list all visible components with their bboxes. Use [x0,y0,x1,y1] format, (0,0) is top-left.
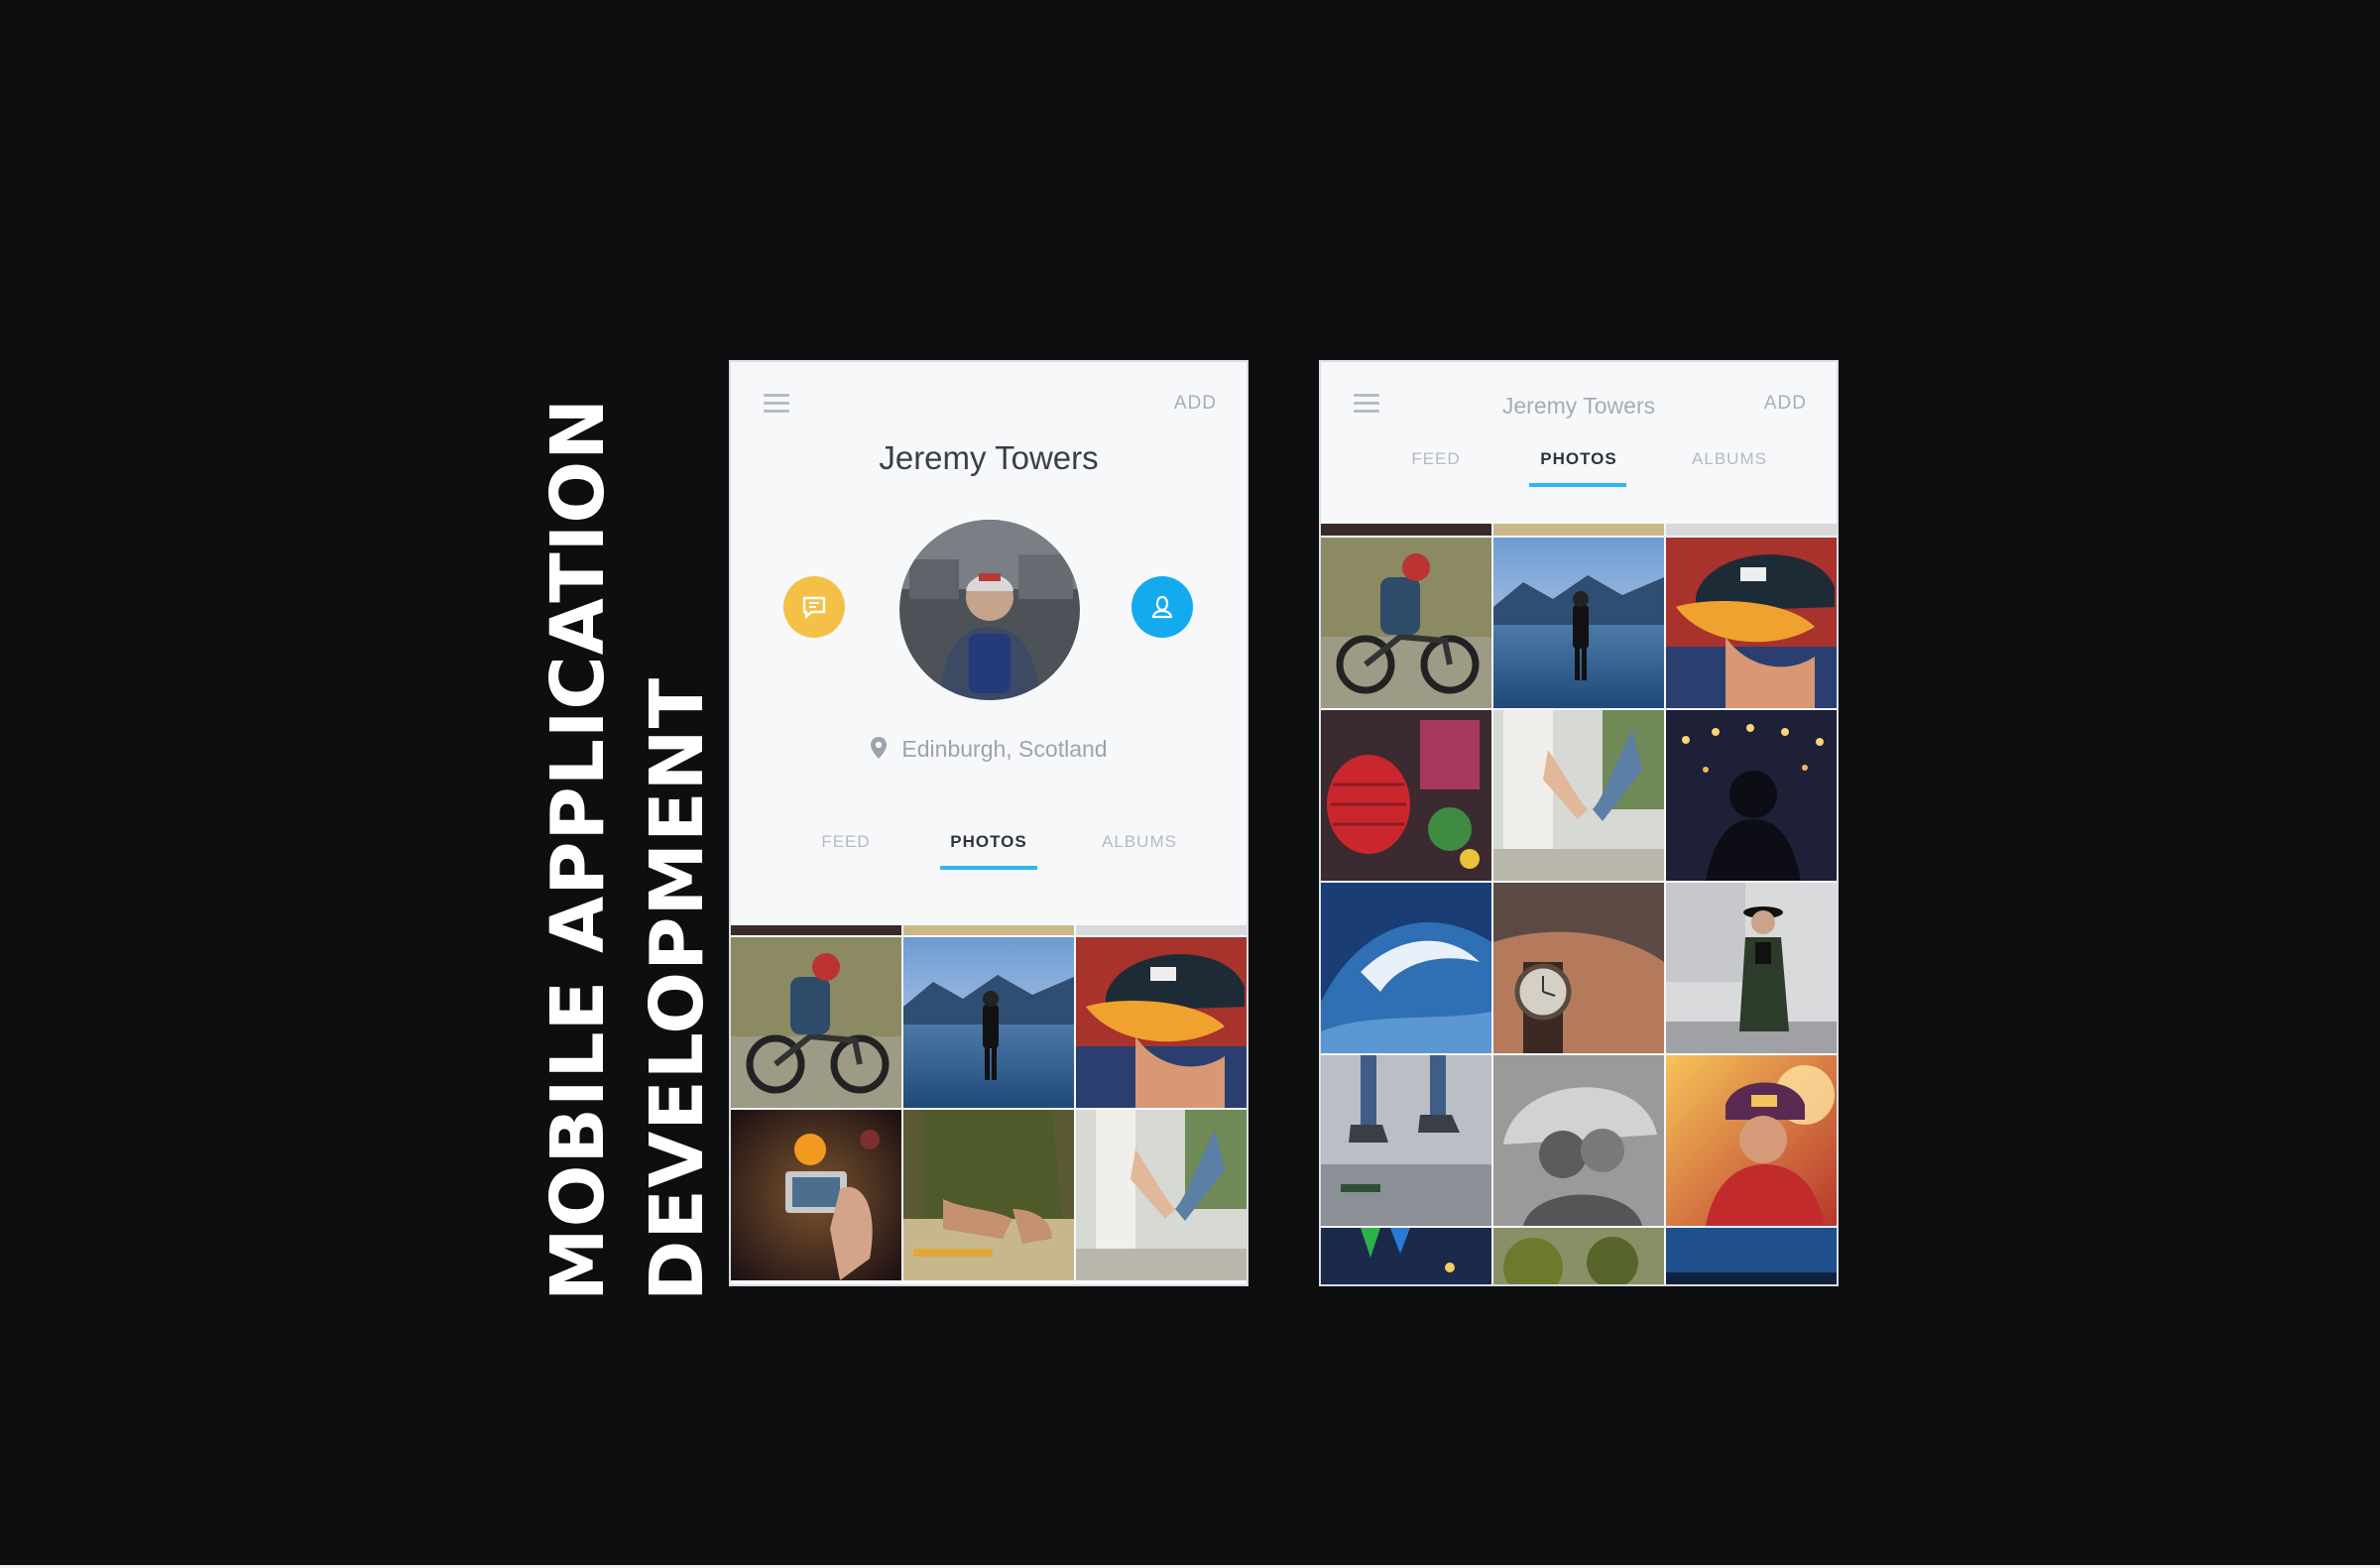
photo-tile-holding-hands[interactable] [1493,710,1664,881]
hamburger-menu-icon[interactable] [764,394,789,414]
photo-tile-trees[interactable] [1493,1228,1664,1284]
photo-tile-boy-cap[interactable] [1666,1055,1837,1226]
photo-tile-motorcycle[interactable] [731,937,901,1108]
tab-feed[interactable]: FEED [786,832,905,852]
map-pin-icon [871,737,888,759]
photo-tile-lanterns[interactable] [1321,710,1491,881]
tab-albums[interactable]: ALBUMS [1670,449,1789,469]
chat-bubble-icon [802,596,826,619]
add-button[interactable]: ADD [1764,393,1807,415]
active-tab-indicator [940,866,1037,870]
photos-screen: Jeremy Towers ADD FEED PHOTOS ALBUMS [1319,360,1839,1286]
photo-tile-umbrella-kiss[interactable] [1493,1055,1664,1226]
active-tab-indicator [1529,483,1626,487]
profile-button[interactable] [1131,576,1193,638]
photo-tile-string-lights[interactable] [1666,710,1837,881]
photo-grid [731,925,1247,1284]
photo-tile-camera[interactable] [731,1110,901,1280]
photo-grid [1321,524,1837,1284]
user-icon [1151,595,1173,619]
photo-tile-watch[interactable] [1493,883,1664,1053]
photo-tile-lake[interactable] [903,937,1074,1108]
photo-tile-partial[interactable] [903,925,1074,935]
photo-tile-orange-cap[interactable] [1666,538,1837,708]
photo-tile-partial[interactable] [1321,524,1491,536]
photo-tile-blue-sky[interactable] [1666,1228,1837,1284]
tab-albums[interactable]: ALBUMS [1080,832,1199,852]
photo-tile-crafting[interactable] [903,1110,1074,1280]
presentation-slide: MOBILE APPLICATION DEVELOPMENT ADD Jerem… [0,0,2380,1568]
photo-tile-festival-flags[interactable] [1321,1228,1491,1284]
tab-feed[interactable]: FEED [1376,449,1495,469]
profile-tabs: FEED PHOTOS ALBUMS [731,832,1247,882]
photo-tile-partial[interactable] [731,925,901,935]
photo-tile-orange-cap[interactable] [1076,937,1247,1108]
photo-tile-partial[interactable] [1076,925,1247,935]
avatar[interactable] [899,520,1080,700]
screen-title: Jeremy Towers [1501,393,1656,419]
photo-tile-sneakers[interactable] [1321,1055,1491,1226]
chat-button[interactable] [783,576,845,638]
photo-tile-partial[interactable] [1493,524,1664,536]
photos-tabs: FEED PHOTOS ALBUMS [1321,449,1837,499]
photo-tile-motorcycle[interactable] [1321,538,1491,708]
photo-tile-lake[interactable] [1493,538,1664,708]
location-text: Edinburgh, Scotland [901,736,1108,762]
tab-photos[interactable]: PHOTOS [929,832,1048,852]
location: Edinburgh, Scotland [731,736,1247,763]
photo-tile-holding-hands[interactable] [1076,1110,1247,1280]
photo-tile-ocean-wave[interactable] [1321,883,1491,1053]
profile-name: Jeremy Towers [879,439,1099,476]
tab-photos[interactable]: PHOTOS [1519,449,1638,469]
profile-screen: ADD Jeremy Towers Edinburgh, Scotland FE… [729,360,1249,1286]
add-button[interactable]: ADD [1174,393,1217,415]
photo-tile-partial[interactable] [1666,524,1837,536]
heading-line-1: MOBILE APPLICATION [536,397,621,1301]
heading-line-2: DEVELOPMENT [635,676,720,1301]
photo-tile-woman-hat[interactable] [1666,883,1837,1053]
